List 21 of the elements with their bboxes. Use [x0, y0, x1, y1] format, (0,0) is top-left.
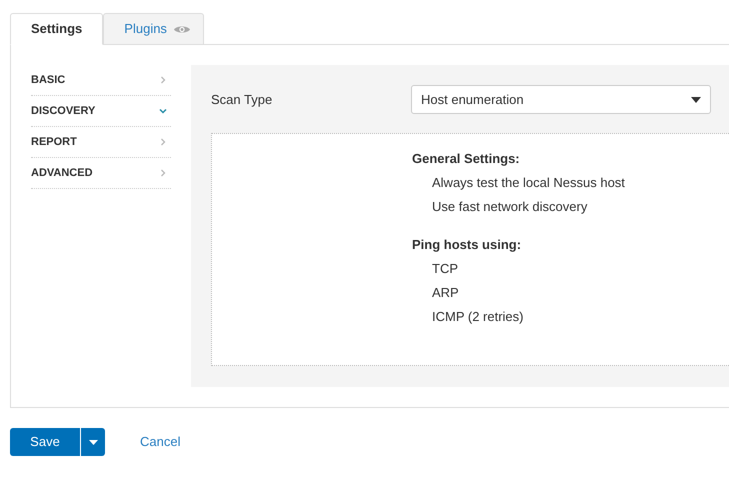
sidebar-item[interactable]: ADVANCED [31, 158, 171, 189]
section-heading: General Settings: [412, 150, 521, 168]
tab[interactable]: Settings [10, 13, 104, 45]
tab[interactable]: Plugins [103, 13, 204, 45]
setting-text: ICMP (2 retries) [431, 308, 524, 326]
section-heading: Ping hosts using: [412, 236, 522, 254]
sidebar-item[interactable]: DISCOVERY [31, 96, 171, 127]
scan-type-select[interactable]: Host enumeration [411, 85, 711, 114]
save-button[interactable]: Save [10, 428, 80, 456]
caret-down-icon [88, 440, 98, 444]
field-label: Scan Type [211, 90, 274, 109]
setting-text: Always test the local Nessus host [431, 174, 626, 192]
eye-icon [172, 24, 191, 34]
sidebar-item[interactable]: BASIC [31, 65, 171, 96]
cancel-link[interactable]: Cancel [140, 432, 180, 452]
setting-text: Use fast network discovery [431, 198, 588, 216]
sidebar-item[interactable]: REPORT [31, 127, 171, 158]
save-menu-button[interactable] [81, 428, 105, 456]
setting-text: ARP [431, 284, 460, 302]
setting-text: TCP [431, 260, 459, 278]
caret-down-icon [691, 96, 701, 102]
